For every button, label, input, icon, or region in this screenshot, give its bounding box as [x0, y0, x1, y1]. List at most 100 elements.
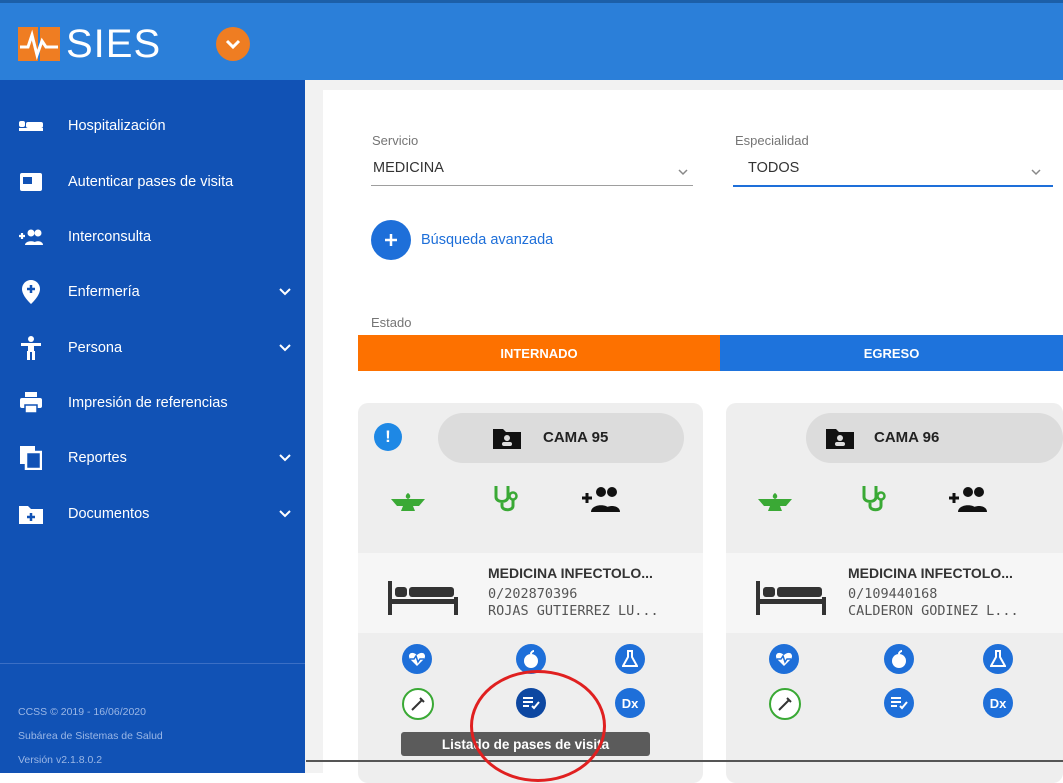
servicio-label: Servicio	[372, 133, 419, 148]
oil-lamp-icon[interactable]	[756, 491, 794, 513]
tab-internado[interactable]: INTERNADO	[358, 335, 720, 371]
printer-icon	[18, 390, 44, 416]
lab-button[interactable]	[615, 644, 645, 674]
sidebar-item-impresion[interactable]: Impresión de referencias	[0, 383, 305, 423]
hospital-bed-icon	[18, 113, 44, 139]
chevron-down-icon	[279, 288, 291, 296]
add-group-icon[interactable]	[581, 485, 621, 513]
heart-monitor-button[interactable]	[402, 644, 432, 674]
syringe-icon	[778, 697, 792, 711]
estado-label: Estado	[371, 315, 412, 330]
servicio-select[interactable]: MEDICINA	[373, 160, 444, 176]
servicio-underline	[371, 185, 693, 186]
folder-user-icon	[493, 429, 521, 449]
alert-icon[interactable]: !	[374, 423, 402, 451]
diagnosis-button[interactable]: Dx	[615, 688, 645, 718]
nutrition-icon	[892, 650, 906, 668]
app-menu-button[interactable]	[216, 27, 250, 61]
footer-version: Versión v2.1.8.0.2	[18, 754, 103, 766]
lab-button[interactable]	[983, 644, 1013, 674]
chevron-down-icon[interactable]	[678, 168, 688, 176]
copy-icon	[18, 445, 44, 471]
bed-pill: CAMA 96	[806, 413, 1063, 463]
sidebar-item-label: Enfermería	[68, 284, 140, 300]
patient-card[interactable]: ! CAMA 95 MEDICINA INFECTOLO... 0/202870…	[358, 403, 703, 783]
logo-icon	[18, 27, 62, 61]
patient-name: ROJAS GUTIERREZ LU...	[488, 603, 659, 619]
hospital-bed-icon	[756, 581, 826, 615]
lab-flask-icon	[990, 650, 1006, 667]
bed-label: CAMA 95	[543, 429, 609, 446]
main-panel: Servicio MEDICINA Especialidad TODOS Bús…	[323, 90, 1063, 783]
bed-pill: CAMA 95	[438, 413, 684, 463]
sidebar-footer: CCSS © 2019 - 16/06/2020 Subárea de Sist…	[18, 700, 163, 772]
folder-plus-icon	[18, 501, 44, 527]
patient-id: 0/109440168	[848, 586, 938, 602]
id-card-icon	[18, 169, 44, 195]
visit-list-button[interactable]	[884, 688, 914, 718]
tooltip: Listado de pases de visita	[401, 732, 650, 756]
sidebar-item-label: Interconsulta	[68, 229, 152, 245]
add-group-icon[interactable]	[948, 485, 988, 513]
sidebar-item-reportes[interactable]: Reportes	[0, 438, 305, 478]
tab-egreso[interactable]: EGRESO	[720, 335, 1063, 371]
sidebar-divider	[0, 663, 305, 664]
stethoscope-icon[interactable]	[491, 483, 523, 515]
patient-service: MEDICINA INFECTOLO...	[488, 565, 653, 581]
diagnosis-button[interactable]: Dx	[983, 688, 1013, 718]
hospital-bed-icon	[388, 581, 458, 615]
patient-name: CALDERON GODINEZ L...	[848, 603, 1019, 619]
sidebar: Hospitalización Autenticar pases de visi…	[0, 80, 305, 773]
bed-label: CAMA 96	[874, 429, 940, 446]
sidebar-item-label: Impresión de referencias	[68, 395, 228, 411]
location-pin-icon	[18, 279, 44, 305]
footer-org: Subárea de Sistemas de Salud	[18, 730, 163, 742]
visit-list-icon	[523, 697, 540, 710]
chevron-down-icon	[279, 454, 291, 462]
lab-flask-icon	[622, 650, 638, 667]
syringe-icon	[411, 697, 425, 711]
chevron-down-icon	[279, 510, 291, 518]
patient-id: 0/202870396	[488, 586, 578, 602]
sidebar-item-label: Persona	[68, 340, 123, 356]
add-group-icon	[18, 224, 44, 250]
especialidad-underline	[733, 185, 1053, 187]
patient-card[interactable]: CAMA 96 MEDICINA INFECTOLO... 0/10944016…	[726, 403, 1063, 783]
heart-monitor-icon	[775, 652, 793, 666]
sidebar-item-label: Autenticar pases de visita	[68, 174, 234, 190]
sidebar-item-autenticar[interactable]: Autenticar pases de visita	[0, 162, 305, 202]
advanced-search-button[interactable]	[371, 220, 411, 260]
advanced-search-link[interactable]: Búsqueda avanzada	[421, 232, 553, 248]
stethoscope-icon[interactable]	[859, 483, 891, 515]
footer-copyright: CCSS © 2019 - 16/06/2020	[18, 706, 146, 718]
plus-icon	[385, 234, 397, 246]
sidebar-item-documentos[interactable]: Documentos	[0, 494, 305, 534]
medication-button[interactable]	[769, 688, 801, 720]
especialidad-select[interactable]: TODOS	[748, 160, 799, 176]
nutrition-button[interactable]	[516, 644, 546, 674]
medication-button[interactable]	[402, 688, 434, 720]
heart-monitor-button[interactable]	[769, 644, 799, 674]
especialidad-label: Especialidad	[735, 133, 809, 148]
sidebar-item-persona[interactable]: Persona	[0, 328, 305, 368]
folder-user-icon	[826, 429, 854, 449]
sidebar-item-label: Hospitalización	[68, 118, 166, 134]
sidebar-item-interconsulta[interactable]: Interconsulta	[0, 217, 305, 257]
chevron-down-icon	[225, 39, 241, 50]
nutrition-button[interactable]	[884, 644, 914, 674]
top-bar: SIES	[0, 0, 1063, 80]
patient-info[interactable]: MEDICINA INFECTOLO... 0/202870396 ROJAS …	[358, 553, 703, 633]
chevron-down-icon	[279, 344, 291, 352]
nutrition-icon	[524, 650, 538, 668]
visit-list-button[interactable]	[516, 688, 546, 718]
sidebar-item-label: Reportes	[68, 450, 127, 466]
patient-service: MEDICINA INFECTOLO...	[848, 565, 1013, 581]
content-area: Servicio MEDICINA Especialidad TODOS Bús…	[305, 80, 1063, 783]
chevron-down-icon[interactable]	[1031, 168, 1041, 176]
sidebar-item-hospitalizacion[interactable]: Hospitalización	[0, 106, 305, 146]
visit-list-icon	[891, 697, 908, 710]
sidebar-item-enfermeria[interactable]: Enfermería	[0, 272, 305, 312]
bottom-divider	[306, 760, 1063, 762]
patient-info[interactable]: MEDICINA INFECTOLO... 0/109440168 CALDER…	[726, 553, 1063, 633]
oil-lamp-icon[interactable]	[389, 491, 427, 513]
